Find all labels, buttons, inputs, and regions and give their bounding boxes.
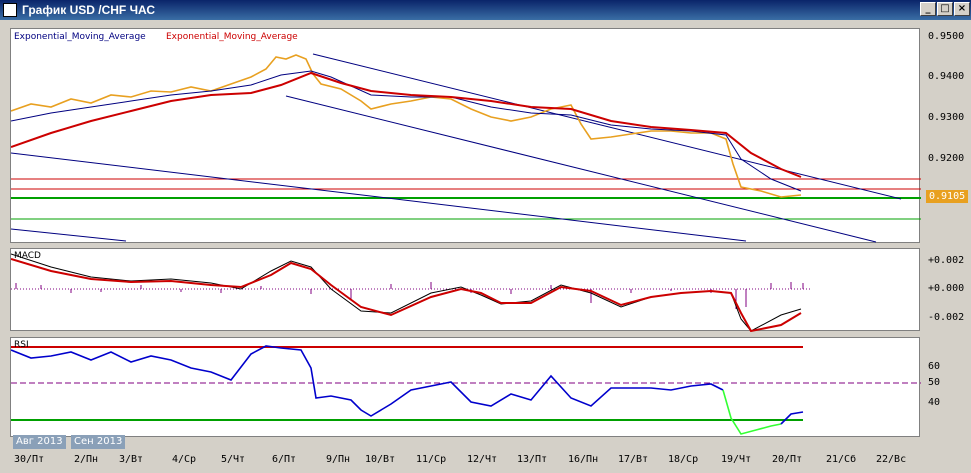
chart-app-icon [3,3,17,17]
rsi-label: RSI [14,340,29,350]
x-tick-10: 13/Пт [517,454,548,465]
x-tick-16: 21/Сб [826,454,857,465]
x-tick-1: 2/Пн [74,454,99,465]
macd-label: MACD [14,251,41,261]
macd-histogram [15,282,804,309]
x-tick-17: 22/Вс [876,454,907,465]
x-tick-14: 19/Чт [721,454,752,465]
x-tick-4: 5/Чт [221,454,246,465]
price-tick-0: 0.9500 [928,31,965,42]
rsi-tick-2: 40 [928,397,941,408]
macd-tick-2: -0.002 [928,312,965,323]
minimize-button[interactable]: _ [920,2,936,16]
month-tab-aug[interactable]: Авг 2013 [13,435,66,449]
x-tick-5: 6/Пт [272,454,297,465]
rsi-tick-0: 60 [928,361,941,372]
rsi-tick-1: 50 [928,377,941,388]
x-tick-2: 3/Вт [119,454,144,465]
x-tick-11: 16/Пн [568,454,599,465]
x-tick-15: 20/Пт [772,454,803,465]
maximize-button[interactable]: □ [937,2,953,16]
x-tick-9: 12/Чт [467,454,498,465]
rsi-chart-canvas [11,345,921,435]
ema-legend-2: Exponential_Moving_Average [166,32,298,42]
month-tab-sep[interactable]: Сен 2013 [71,435,126,449]
close-button[interactable]: × [954,2,970,16]
rsi-series [11,345,724,417]
x-tick-13: 18/Ср [668,454,699,465]
price-chart-canvas [11,53,921,243]
window-titlebar: График USD /CHF ЧАС _ □ × [0,0,971,20]
price-chart-panel[interactable]: Exponential_Moving_Average Exponential_M… [10,28,921,243]
price-tick-3: 0.9200 [928,153,965,164]
price-tick-1: 0.9400 [928,71,965,82]
x-tick-6: 9/Пн [326,454,351,465]
x-tick-7: 10/Вт [365,454,396,465]
x-tick-12: 17/Вт [618,454,649,465]
macd-tick-0: +0.002 [928,255,965,266]
rsi-panel[interactable]: RSI [10,337,921,437]
x-tick-0: 30/Пт [14,454,45,465]
x-tick-8: 11/Ср [416,454,447,465]
macd-main-series [11,258,802,332]
trend-line-short [11,228,127,242]
rsi-oversold-series [722,389,782,435]
macd-tick-1: +0.000 [928,283,965,294]
macd-chart-canvas [11,253,811,332]
x-tick-3: 4/Ср [172,454,197,465]
current-price-tag: 0.9105 [926,190,968,203]
ema-legend-1: Exponential_Moving_Average [14,32,146,42]
price-tick-2: 0.9300 [928,112,965,123]
rsi-recent-series [780,411,804,425]
window-title: График USD /CHF ЧАС [22,3,156,17]
ema-slow-series [11,71,802,178]
ema-fast-series [11,70,802,192]
macd-panel[interactable]: MACD [10,248,920,332]
channel-upper-line [312,53,902,200]
